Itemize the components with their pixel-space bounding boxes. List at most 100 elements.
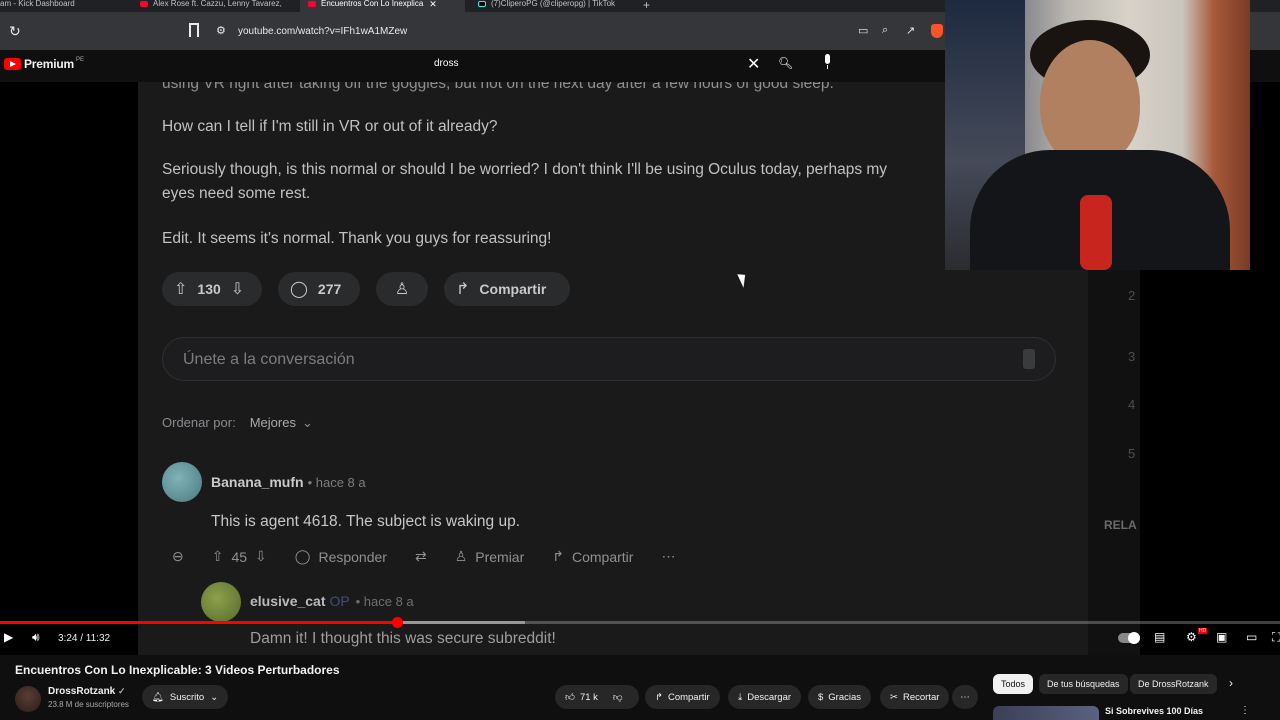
channel-name[interactable]: DrossRotzank ✓ — [48, 686, 126, 697]
clip-button[interactable]: ✂ Recortar — [880, 685, 950, 709]
comment-icon: ◯ — [294, 548, 311, 564]
settings-icon[interactable]: ⚙ — [1186, 630, 1197, 644]
webcam-overlay — [945, 0, 1250, 270]
username: Banana_mufn — [211, 474, 304, 490]
sort-row: Ordenar por: Mejores ⌄ — [162, 415, 313, 431]
post-text-line: Edit. It seems it's normal. Thank you gu… — [162, 230, 552, 247]
side-number: 3 — [1128, 349, 1136, 364]
new-tab-icon[interactable]: + — [643, 0, 650, 12]
logo-text: Premium — [24, 57, 74, 71]
recommendation-thumbnail[interactable] — [993, 706, 1099, 720]
award-label: Premiar — [475, 548, 525, 565]
comment-votes: ⇧ 45 ⇩ — [212, 548, 267, 565]
award-icon: ♙ — [394, 281, 410, 298]
tab-alex-rose[interactable]: Alex Rose ft. Cazzu, Lenny Tavarez, — [140, 0, 288, 12]
youtube-play-icon — [4, 58, 21, 70]
comment-icon: ◯ — [290, 281, 308, 298]
youtube-premium-logo[interactable]: Premium PE — [4, 57, 84, 71]
tab-tiktok[interactable]: (7)CliperoPG (@cliperopg) | TikTok — [478, 0, 628, 12]
share-button[interactable]: ↱ Compartir — [645, 685, 720, 709]
volume-icon[interactable]: 🔊︎ — [32, 630, 40, 645]
dislike-icon: 👎︎ — [612, 692, 623, 703]
like-dislike-button[interactable]: 👍︎ 71 k 👎︎ — [555, 685, 639, 709]
post-text-line: How can I tell if I'm still in VR or out… — [162, 118, 498, 135]
zoom-icon[interactable]: ⌕ — [882, 24, 888, 37]
share-page-icon[interactable]: ↗ — [906, 24, 915, 37]
thanks-button[interactable]: $ Gracias — [808, 685, 872, 709]
subscribed-button[interactable]: 🔔︎ Suscrito ⌄ — [142, 685, 228, 709]
chip-from-channel[interactable]: De DrossRotzank — [1130, 674, 1217, 694]
microphone-icon[interactable] — [822, 54, 833, 70]
youtube-favicon-icon — [308, 1, 316, 7]
sort-label: Ordenar por: — [162, 415, 236, 430]
recommendation-title[interactable]: Si Sobrevives 100 Días — [1105, 706, 1203, 716]
more-icon: ⋯ — [960, 691, 970, 703]
channel-avatar[interactable] — [15, 686, 41, 712]
tab-encuentros[interactable]: Encuentros Con Lo Inexplica ✕ — [300, 0, 465, 12]
upvote-icon: ⇧ — [211, 548, 224, 564]
clear-search-icon[interactable]: ✕ — [747, 54, 760, 74]
close-tab-icon[interactable]: ✕ — [429, 0, 437, 9]
download-button[interactable]: ⤓ Descargar — [728, 685, 802, 709]
op-badge: OP — [329, 593, 350, 609]
crosspost-icon: ⇄ — [414, 548, 427, 564]
comment-actions: ⊖ ⇧ 45 ⇩ ◯ Responder ⇄ ♙ Premiar ↱ Compartir … — [172, 548, 703, 565]
miniplayer-icon[interactable]: ▣ — [1216, 630, 1227, 644]
time-display: 3:24 / 11:32 — [58, 633, 111, 644]
award-action: ♙ Premiar — [455, 548, 525, 565]
tab-label: Encuentros Con Lo Inexplica — [321, 0, 424, 8]
download-icon: ⤓ — [738, 691, 743, 703]
reload-icon[interactable]: ↻ — [9, 23, 21, 40]
comment-author: Banana_mufn • hace 8 a — [211, 474, 366, 490]
theater-mode-icon[interactable]: ▭ — [1246, 630, 1257, 644]
subtitles-icon[interactable]: ▤ — [1154, 630, 1165, 644]
chip-all[interactable]: Todos — [993, 674, 1034, 694]
share-action: ↱ Compartir — [552, 548, 633, 565]
search-input[interactable]: dross — [434, 58, 458, 69]
progress-bar[interactable] — [0, 617, 1280, 628]
share-icon: ↱ — [655, 691, 663, 703]
vote-count: 45 — [231, 548, 248, 565]
scissors-icon: ✂ — [890, 691, 898, 703]
share-icon: ↱ — [552, 548, 564, 564]
url-field[interactable]: youtube.com/watch?v=IFh1wA1MZew — [238, 26, 407, 37]
subscribed-label: Suscrito — [169, 691, 205, 703]
more-icon: ⋯ — [661, 548, 676, 564]
site-info-icon[interactable]: ⚙ — [216, 24, 226, 37]
share-pill: ↱ Compartir — [444, 272, 570, 306]
streamer-face — [1040, 40, 1140, 165]
award-pill: ♙ — [376, 272, 428, 306]
chip-label: De tus búsquedas — [1047, 679, 1120, 689]
avatar — [201, 582, 241, 622]
verified-icon: ✓ — [118, 686, 126, 696]
subscriber-count: 23.8 M de suscriptores — [48, 700, 129, 709]
post-text-line: Seriously though, is this normal or shou… — [162, 161, 888, 178]
search-icon[interactable]: 🔍︎ — [778, 56, 793, 70]
search-box[interactable]: dross ✕ — [425, 52, 771, 78]
join-conversation-box: Únete a la conversación — [162, 337, 1056, 381]
autoplay-toggle[interactable] — [1118, 632, 1140, 644]
upvote-icon: ⇧ — [174, 281, 188, 298]
sort-value: Mejores — [249, 415, 296, 430]
like-count: 71 k — [579, 691, 598, 703]
chevron-right-icon[interactable]: › — [1229, 676, 1233, 690]
brave-shield-icon[interactable] — [931, 24, 943, 38]
country-code: PE — [75, 57, 84, 63]
cast-icon[interactable]: ▭ — [858, 24, 868, 37]
downvote-icon: ⇩ — [230, 281, 245, 298]
played-bar — [0, 621, 397, 624]
share-label: Compartir — [572, 548, 634, 565]
play-icon[interactable]: ▶ — [4, 630, 13, 644]
bookmark-icon[interactable] — [189, 23, 199, 37]
comment-age: • hace 8 a — [355, 594, 414, 609]
bell-icon: 🔔︎ — [151, 691, 164, 703]
downvote-icon: ⇩ — [255, 548, 267, 564]
fullscreen-icon[interactable]: ⛶ — [1272, 630, 1280, 645]
side-number: 5 — [1128, 446, 1136, 461]
chip-from-searches[interactable]: De tus búsquedas — [1039, 674, 1128, 694]
more-actions-button[interactable]: ⋯ — [952, 685, 978, 709]
comments-pill: ◯ 277 — [278, 272, 360, 306]
more-vertical-icon[interactable]: ⋮ — [1240, 705, 1250, 716]
tab-kick-dashboard[interactable]: am - Kick Dashboard — [0, 0, 125, 12]
tiktok-favicon-icon — [478, 1, 486, 7]
